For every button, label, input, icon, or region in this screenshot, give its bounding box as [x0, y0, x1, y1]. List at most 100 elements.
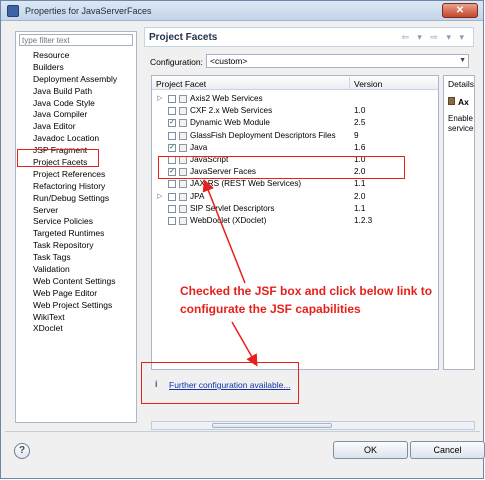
facet-row[interactable]: ▷ Axis2 Web Services	[152, 93, 438, 105]
cancel-button[interactable]: Cancel	[410, 441, 485, 459]
facet-checkbox[interactable]	[168, 204, 176, 213]
facet-version[interactable]: 1.1	[354, 203, 365, 215]
configuration-select[interactable]: <custom> ▼	[206, 54, 469, 68]
configuration-label: Configuration:	[150, 57, 203, 67]
sidebar-item[interactable]: Java Build Path	[33, 86, 117, 98]
property-page-tree: ResourceBuildersDeployment AssemblyJava …	[15, 31, 137, 423]
sidebar-item[interactable]: Deployment Assembly	[33, 74, 117, 86]
details-description: Enable service	[448, 114, 474, 133]
facet-row[interactable]: GlassFish Deployment Descriptors Files 9	[152, 130, 438, 142]
facet-icon	[179, 95, 187, 103]
app-icon	[7, 5, 19, 17]
facet-icon	[179, 143, 187, 152]
sidebar-item[interactable]: WikiText	[33, 312, 117, 324]
page-header: Project Facets ⇦ ▾ ⇨ ▾ ▾	[144, 27, 474, 47]
sidebar-item[interactable]: Web Project Settings	[33, 300, 117, 312]
sidebar-item[interactable]: Web Content Settings	[33, 276, 117, 288]
facet-checkbox[interactable]: ✓	[168, 143, 176, 152]
sidebar-item[interactable]: Task Tags	[33, 252, 117, 264]
facet-icon	[179, 192, 187, 201]
highlight-config-link	[141, 362, 299, 404]
facet-name: Java	[190, 142, 208, 152]
column-header-version[interactable]: Version	[354, 79, 382, 89]
page-title: Project Facets	[149, 32, 218, 43]
facet-checkbox[interactable]	[168, 180, 176, 189]
chevron-down-icon: ▼	[459, 57, 466, 64]
sidebar-item[interactable]: Resource	[33, 50, 117, 62]
sidebar-item[interactable]: Java Compiler	[33, 109, 117, 121]
title-bar: Properties for JavaServerFaces ✕	[1, 1, 483, 21]
sidebar-item[interactable]: Service Policies	[33, 216, 117, 228]
properties-dialog: Properties for JavaServerFaces ✕ Resourc…	[0, 0, 485, 479]
facet-checkbox[interactable]	[168, 216, 176, 225]
facet-version[interactable]: 1.2.3	[354, 215, 372, 227]
sidebar-item[interactable]: Project References	[33, 169, 117, 181]
sidebar-item[interactable]: Refactoring History	[33, 181, 117, 193]
column-header-facet[interactable]: Project Facet	[156, 79, 206, 89]
details-tab[interactable]: Details	[448, 79, 474, 89]
facet-checkbox[interactable]	[168, 192, 176, 201]
facet-icon	[179, 204, 187, 213]
horizontal-scrollbar[interactable]	[151, 421, 475, 430]
sidebar-item[interactable]: Task Repository	[33, 240, 117, 252]
expand-icon[interactable]: ▷	[157, 93, 162, 105]
facet-checkbox[interactable]	[168, 107, 176, 116]
facet-row[interactable]: WebDoclet (XDoclet) 1.2.3	[152, 215, 438, 227]
facet-checkbox[interactable]: ✓	[168, 119, 176, 128]
facet-version[interactable]: 2.0	[354, 191, 365, 203]
facet-row[interactable]: SIP Servlet Descriptors 1.1	[152, 203, 438, 215]
facet-checkbox[interactable]	[168, 131, 176, 140]
footer-divider	[5, 431, 480, 432]
close-button[interactable]: ✕	[442, 3, 478, 18]
sidebar-item[interactable]: XDoclet	[33, 323, 117, 335]
window-title: Properties for JavaServerFaces	[25, 6, 152, 16]
ok-button[interactable]: OK	[333, 441, 408, 459]
facet-name: GlassFish Deployment Descriptors Files	[190, 130, 336, 140]
facet-icon	[179, 180, 187, 189]
sidebar-item[interactable]: Targeted Runtimes	[33, 228, 117, 240]
annotation-callout: Checked the JSF box and click below link…	[180, 284, 433, 316]
facet-name: JPA	[190, 191, 205, 201]
history-nav-arrows[interactable]: ⇦ ▾ ⇨ ▾ ▾	[401, 32, 467, 43]
facet-version[interactable]: 1.1	[354, 178, 365, 190]
facet-row[interactable]: ▷ JPA 2.0	[152, 191, 438, 203]
scrollbar-thumb[interactable]	[212, 423, 332, 428]
property-page-list: Resource Builders Deployment Assembly Java …	[33, 50, 117, 335]
sidebar-item[interactable]: Java Code Style	[33, 98, 117, 110]
sidebar-item[interactable]: Validation	[33, 264, 117, 276]
sidebar-item[interactable]: Web Page Editor	[33, 288, 117, 300]
column-divider	[349, 77, 350, 89]
facet-name: JAX-RS (REST Web Services)	[190, 179, 302, 189]
facet-row[interactable]: ✓ Java 1.6	[152, 142, 438, 154]
facet-version[interactable]: 1.6	[354, 142, 365, 154]
configuration-value: <custom>	[210, 56, 248, 66]
facet-table: Project Facet Version ▷ Axis2 Web Service…	[151, 75, 439, 370]
facet-row[interactable]: CXF 2.x Web Services 1.0	[152, 105, 438, 117]
help-icon[interactable]: ?	[14, 443, 30, 459]
sidebar-item[interactable]: Run/Debug Settings	[33, 193, 117, 205]
facet-version[interactable]: 2.5	[354, 117, 365, 129]
sidebar-item[interactable]: Server	[33, 205, 117, 217]
facet-name: SIP Servlet Descriptors	[190, 203, 275, 213]
sidebar-item[interactable]: Javadoc Location	[33, 133, 117, 145]
details-panel: Details Ax Enable service	[443, 75, 475, 370]
sidebar-item[interactable]: Builders	[33, 62, 117, 74]
table-header: Project Facet Version	[152, 76, 438, 90]
facet-icon	[179, 107, 187, 116]
facet-name: WebDoclet (XDoclet)	[190, 215, 267, 225]
facet-row[interactable]: ✓ Dynamic Web Module 2.5	[152, 117, 438, 129]
facet-version[interactable]: 1.0	[354, 105, 365, 117]
facet-name: Axis2 Web Services	[190, 94, 263, 103]
expand-icon[interactable]: ▷	[157, 191, 162, 203]
highlight-jsf-row	[158, 156, 405, 179]
facet-version[interactable]: 9	[354, 130, 359, 142]
facet-icon	[179, 119, 187, 128]
facet-icon	[179, 131, 187, 140]
facet-name: CXF 2.x Web Services	[190, 106, 273, 116]
facet-row[interactable]: JAX-RS (REST Web Services) 1.1	[152, 178, 438, 190]
facet-icon	[179, 216, 187, 225]
facet-checkbox[interactable]	[168, 95, 176, 103]
facet-name: Dynamic Web Module	[190, 118, 270, 128]
sidebar-item[interactable]: Java Editor	[33, 121, 117, 133]
filter-input[interactable]	[19, 34, 133, 46]
